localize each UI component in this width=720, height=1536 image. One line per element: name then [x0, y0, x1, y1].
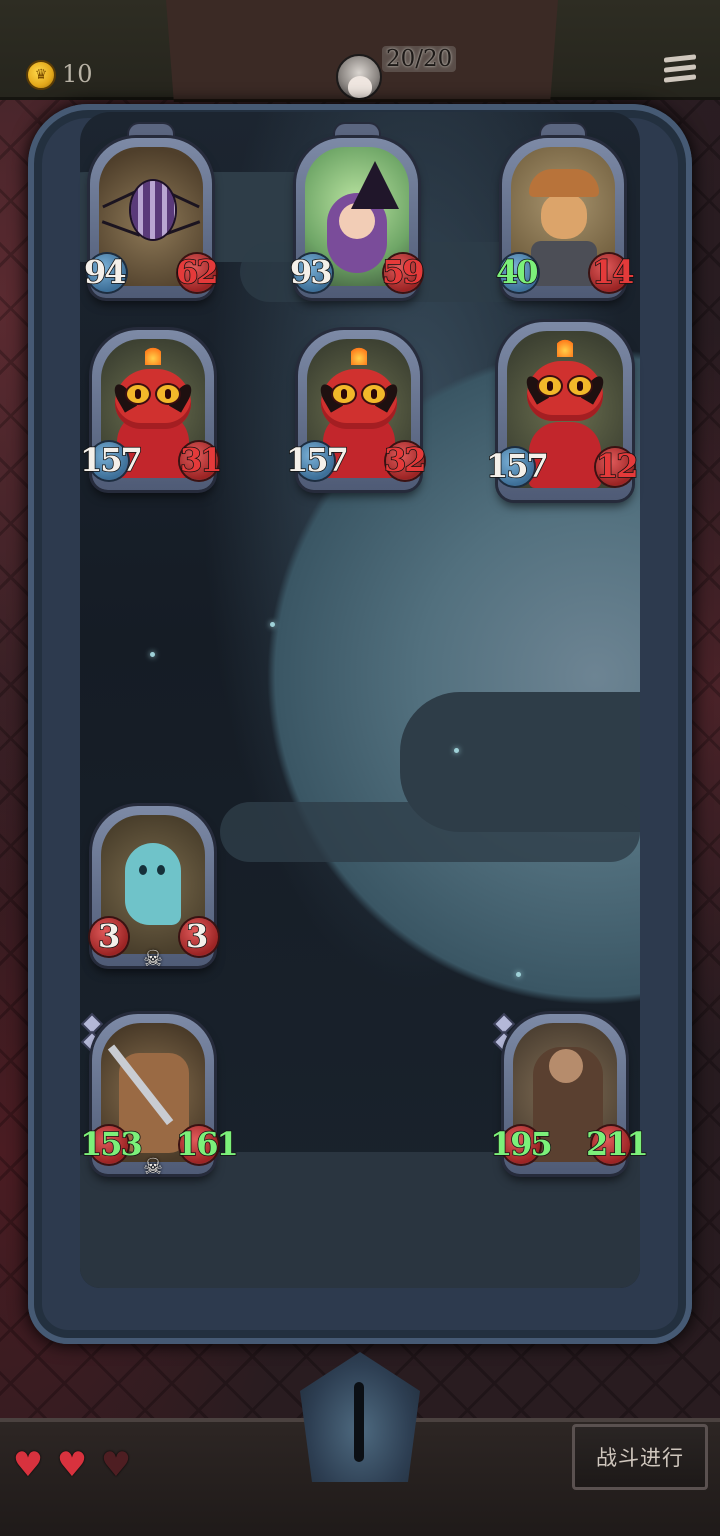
enemy-card-imp[interactable]: 157 32 — [285, 330, 427, 490]
heart-icon: ♥ — [56, 1445, 88, 1485]
health-value: 157 — [485, 447, 549, 485]
attack-value: 211 — [585, 1125, 649, 1163]
health-value: 157 — [285, 441, 349, 479]
enemy-card-rogue[interactable]: 40 14 — [495, 124, 635, 298]
heart-empty-icon: ♥ — [100, 1445, 132, 1485]
attack-value: 59 — [381, 253, 425, 291]
enemy-card-witch[interactable]: 93 59 — [289, 124, 425, 298]
attack-value: 3 — [185, 917, 209, 955]
menu-icon[interactable] — [664, 54, 696, 88]
attack-value: 31 — [179, 441, 223, 479]
player-card-warrior[interactable]: 153 161 ☠ — [79, 1014, 240, 1180]
attack-value: 12 — [595, 447, 639, 485]
enemy-card-spider[interactable]: 94 62 — [83, 124, 219, 298]
health-value: 3 — [97, 917, 121, 955]
battle-proceed-button[interactable]: 战斗进行 — [572, 1424, 708, 1490]
attack-value: 32 — [383, 441, 427, 479]
attack-value: 161 — [175, 1125, 239, 1163]
health-value: 94 — [83, 253, 127, 291]
health-value: 93 — [289, 253, 333, 291]
coin-icon: ♛ — [26, 60, 56, 90]
health-value: 40 — [495, 253, 539, 291]
player-card-ghost[interactable]: 3 3 ☠ — [90, 806, 218, 972]
heart-icon: ♥ — [12, 1445, 44, 1485]
coin-count: 10 — [62, 60, 93, 88]
health-value: 153 — [79, 1125, 143, 1163]
hp-counter: 20/20 — [382, 46, 457, 72]
enemy-card-imp[interactable]: 157 31 — [79, 330, 223, 490]
attack-value: 14 — [591, 253, 635, 291]
player-card-brute[interactable]: 195 211 — [489, 1014, 650, 1174]
player-avatar[interactable] — [336, 54, 382, 100]
skull-icon: ☠ — [143, 947, 163, 972]
attack-value: 62 — [175, 253, 219, 291]
skull-icon: ☠ — [143, 1155, 163, 1180]
enemy-card-imp-selected[interactable]: 157 12 — [485, 322, 639, 500]
health-value: 195 — [489, 1125, 553, 1163]
health-value: 157 — [79, 441, 143, 479]
